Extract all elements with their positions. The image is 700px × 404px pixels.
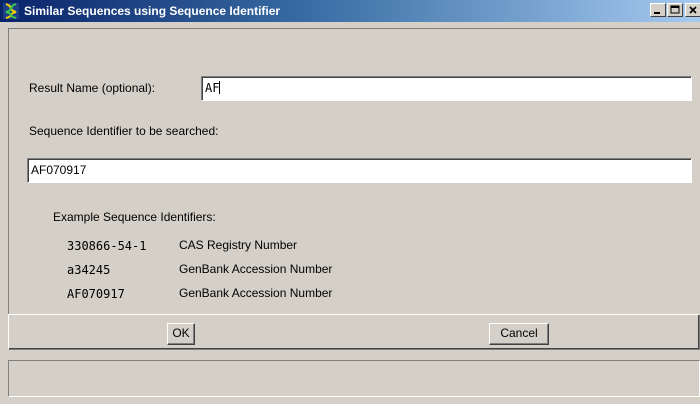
example-description: CAS Registry Number <box>179 238 298 252</box>
cancel-button[interactable]: Cancel <box>489 323 549 345</box>
maximize-button[interactable] <box>667 3 683 17</box>
result-name-input[interactable]: AF <box>201 76 692 101</box>
helix-app-icon <box>3 3 19 19</box>
window-title: Similar Sequences using Sequence Identif… <box>24 4 281 18</box>
sequence-id-label: Sequence Identifier to be searched: <box>29 124 219 138</box>
example-description: GenBank Accession Number <box>179 262 333 276</box>
example-description: GenBank Accession Number <box>179 286 333 300</box>
example-id: a34245 <box>67 263 111 277</box>
result-name-value: AF <box>205 81 220 95</box>
result-name-label: Result Name (optional): <box>29 81 156 95</box>
dialog-window: Similar Sequences using Sequence Identif… <box>0 0 700 404</box>
title-bar[interactable]: Similar Sequences using Sequence Identif… <box>0 0 700 22</box>
sequence-id-value: AF070917 <box>31 163 87 177</box>
button-bar: OK Cancel <box>8 314 700 350</box>
status-bar <box>8 360 700 397</box>
close-button[interactable] <box>685 3 700 17</box>
form-panel: Result Name (optional): AF Sequence Iden… <box>8 28 700 314</box>
ok-button[interactable]: OK <box>167 323 195 345</box>
example-id: 330866-54-1 <box>67 239 147 253</box>
minimize-icon <box>654 12 660 14</box>
text-caret <box>219 81 221 94</box>
minimize-button[interactable] <box>650 3 666 17</box>
sequence-id-input[interactable]: AF070917 <box>27 158 692 183</box>
example-id: AF070917 <box>67 287 125 301</box>
close-icon <box>689 6 697 14</box>
maximize-icon <box>670 5 680 14</box>
examples-heading: Example Sequence Identifiers: <box>53 210 216 224</box>
